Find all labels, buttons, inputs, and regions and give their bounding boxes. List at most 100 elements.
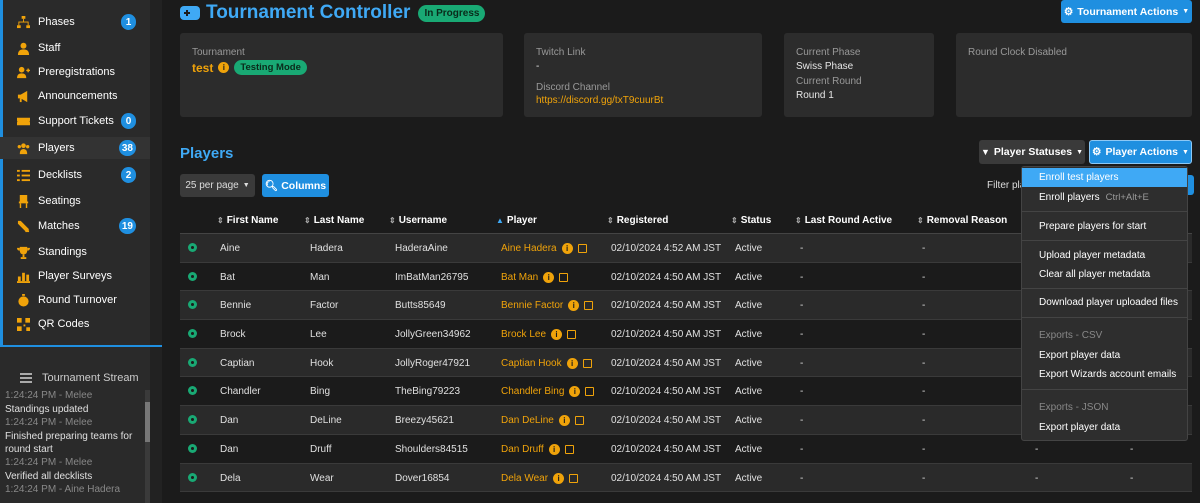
info-icon[interactable]: i bbox=[566, 357, 578, 369]
th-player[interactable]: ▲ Player bbox=[496, 215, 537, 226]
th-username[interactable]: ⇕ Username bbox=[389, 215, 447, 226]
tournament-stream-title: Tournament Stream bbox=[42, 372, 139, 384]
sidebar-item-decklists[interactable]: Decklists 2 bbox=[0, 164, 150, 186]
row-settings-icon[interactable] bbox=[188, 271, 197, 281]
th-first-name[interactable]: ⇕ First Name bbox=[217, 215, 278, 226]
menu-item-export-player-data-json[interactable]: Export player data bbox=[1022, 418, 1187, 437]
cell-player[interactable]: Dela Wear i bbox=[501, 472, 579, 484]
tournament-actions-button[interactable]: ⚙ Tournament Actions ▼ bbox=[1061, 0, 1192, 23]
sidebar-item-player-surveys[interactable]: Player Surveys bbox=[0, 265, 150, 287]
cell-player[interactable]: Brock Lee i bbox=[501, 329, 577, 341]
cell-status: Active bbox=[735, 243, 763, 254]
info-icon[interactable]: i bbox=[543, 271, 555, 283]
info-icon[interactable]: i bbox=[568, 300, 580, 312]
th-removal-reason[interactable]: ⇕ Removal Reason bbox=[917, 215, 1007, 226]
info-icon[interactable]: i bbox=[218, 62, 230, 73]
menu-item-download-files[interactable]: Download player uploaded files bbox=[1022, 293, 1187, 312]
row-settings-icon[interactable] bbox=[188, 329, 197, 339]
per-page-select[interactable]: 25 per page ▼ bbox=[180, 174, 255, 197]
cell-last-name: Druff bbox=[310, 443, 332, 455]
sidebar-item-phases[interactable]: Phases 1 bbox=[0, 11, 150, 33]
columns-label: Columns bbox=[281, 179, 327, 192]
sidebar-item-support-tickets[interactable]: Support Tickets 0 bbox=[0, 110, 150, 132]
cell-status: Active bbox=[735, 329, 763, 341]
info-icon[interactable]: i bbox=[551, 329, 563, 341]
edit-icon[interactable] bbox=[584, 301, 594, 311]
tournament-actions-label: Tournament Actions bbox=[1077, 5, 1179, 18]
tournament-name[interactable]: test bbox=[192, 61, 213, 75]
edit-icon[interactable] bbox=[569, 473, 579, 483]
player-statuses-button[interactable]: ▼ Player Statuses ▼ bbox=[979, 140, 1085, 164]
cell-player[interactable]: Captian Hook i bbox=[501, 357, 592, 369]
phase-value: Swiss Phase bbox=[796, 61, 854, 72]
edit-icon[interactable] bbox=[567, 330, 577, 340]
menu-item-enroll-players[interactable]: Enroll players Ctrl+Alt+E bbox=[1022, 188, 1187, 207]
info-icon[interactable]: i bbox=[569, 386, 581, 398]
row-settings-icon[interactable] bbox=[188, 415, 197, 425]
info-icon[interactable]: i bbox=[561, 243, 573, 254]
sidebar-scrollbar[interactable] bbox=[150, 0, 162, 503]
cell-status: Active bbox=[735, 415, 763, 427]
stream-scrollbar[interactable] bbox=[145, 390, 150, 503]
cell-player[interactable]: Chandler Bing i bbox=[501, 386, 595, 398]
player-actions-button[interactable]: ⚙ Player Actions ▼ bbox=[1089, 140, 1192, 164]
menu-item-prepare-players[interactable]: Prepare players for start bbox=[1022, 217, 1187, 236]
tournament-stream-header[interactable]: Tournament Stream bbox=[20, 371, 139, 385]
menu-item-export-wizards-emails[interactable]: Export Wizards account emails bbox=[1022, 365, 1187, 384]
info-icon[interactable]: i bbox=[548, 443, 560, 455]
menu-item-export-player-data-csv[interactable]: Export player data bbox=[1022, 346, 1187, 365]
cell-removal-reason: - bbox=[922, 300, 926, 312]
sidebar-item-seatings[interactable]: Seatings bbox=[0, 190, 150, 212]
info-icon[interactable]: i bbox=[558, 415, 570, 427]
info-icon[interactable]: i bbox=[553, 472, 565, 484]
twitch-label: Twitch Link bbox=[536, 47, 586, 58]
stream-message: Finished preparing teams for round start bbox=[5, 431, 133, 455]
cell-player[interactable]: Dan Druff i bbox=[501, 443, 574, 455]
menu-item-enroll-test-players[interactable]: Enroll test players bbox=[1022, 168, 1187, 187]
row-settings-icon[interactable] bbox=[188, 300, 197, 310]
columns-button[interactable]: 🔍︎ Columns bbox=[262, 174, 329, 197]
sort-icon: ⇕ bbox=[917, 216, 924, 225]
clock-card: Round Clock Disabled bbox=[956, 33, 1192, 117]
th-last-name[interactable]: ⇕ Last Name bbox=[304, 215, 364, 226]
row-settings-icon[interactable] bbox=[188, 472, 197, 482]
cell-username: TheBing79223 bbox=[395, 386, 461, 398]
cell-removal-reason: - bbox=[922, 472, 926, 484]
cell-username: HaderaAine bbox=[395, 243, 448, 254]
cell-player[interactable]: Aine Hadera i bbox=[501, 243, 587, 254]
sidebar-item-standings[interactable]: Standings bbox=[0, 241, 150, 263]
edit-icon[interactable] bbox=[582, 358, 592, 368]
menu-item-upload-metadata[interactable]: Upload player metadata bbox=[1022, 246, 1187, 265]
row-settings-icon[interactable] bbox=[188, 443, 197, 453]
th-status[interactable]: ⇕ Status bbox=[731, 215, 771, 226]
sidebar-item-announcements[interactable]: Announcements bbox=[0, 85, 150, 107]
cell-player[interactable]: Bennie Factor i bbox=[501, 300, 594, 312]
sidebar-item-staff[interactable]: Staff bbox=[0, 37, 150, 59]
sidebar-item-matches[interactable]: Matches 19 bbox=[0, 215, 150, 237]
cell-player[interactable]: Bat Man i bbox=[501, 271, 569, 283]
discord-link[interactable]: https://discord.gg/txT9cuurBt bbox=[536, 95, 750, 106]
cell-last-round-active: - bbox=[800, 300, 804, 312]
edit-icon[interactable] bbox=[577, 244, 587, 253]
menu-item-clear-metadata[interactable]: Clear all player metadata bbox=[1022, 265, 1187, 284]
row-settings-icon[interactable] bbox=[188, 386, 197, 396]
sidebar-item-preregistrations[interactable]: Preregistrations bbox=[0, 61, 150, 83]
row-settings-icon[interactable] bbox=[188, 243, 197, 252]
cell-status: Active bbox=[735, 386, 763, 398]
status-badge: In Progress bbox=[418, 4, 486, 22]
sidebar-item-qr-codes[interactable]: QR Codes bbox=[0, 313, 150, 335]
edit-icon[interactable] bbox=[574, 416, 584, 426]
row-settings-icon[interactable] bbox=[188, 357, 197, 367]
round-value: Round 1 bbox=[796, 90, 834, 101]
edit-icon[interactable] bbox=[585, 387, 595, 397]
sidebar-item-round-turnover[interactable]: Round Turnover bbox=[0, 289, 150, 311]
th-last-round-active[interactable]: ⇕ Last Round Active bbox=[795, 215, 892, 226]
cell-player[interactable]: Dan DeLine i bbox=[501, 415, 584, 426]
sidebar-item-players[interactable]: Players 38 bbox=[0, 137, 150, 159]
sidebar-item-label: Phases bbox=[38, 16, 75, 28]
sidebar-item-label: Player Surveys bbox=[38, 270, 112, 282]
th-registered[interactable]: ⇕ Registered bbox=[607, 215, 668, 226]
edit-icon[interactable] bbox=[559, 272, 569, 282]
cell-username: ImBatMan26795 bbox=[395, 271, 469, 283]
edit-icon[interactable] bbox=[564, 444, 574, 454]
